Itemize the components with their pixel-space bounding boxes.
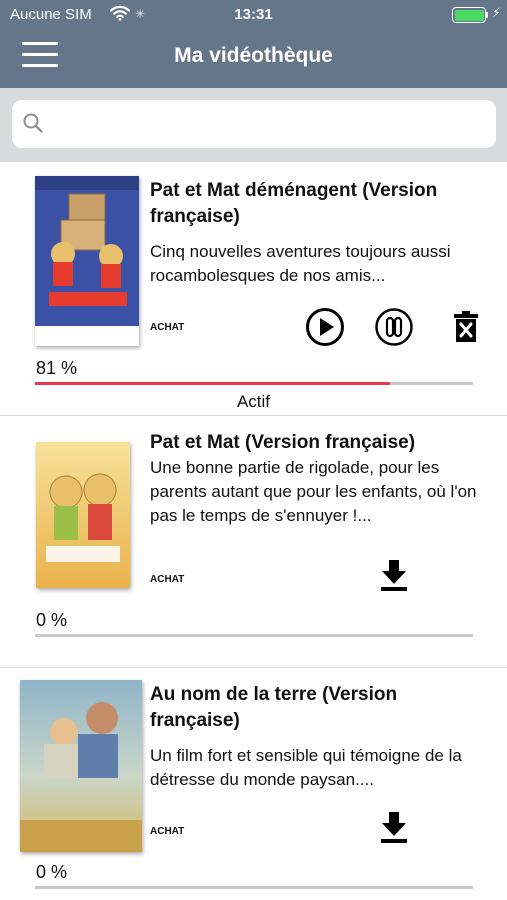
video-title[interactable]: Pat et Mat déménagent (Version française… — [150, 178, 490, 230]
pause-button[interactable] — [374, 307, 414, 352]
video-title[interactable]: Pat et Mat (Version française) — [150, 430, 490, 456]
download-state: Actif — [236, 392, 271, 411]
progress-bar — [35, 886, 473, 889]
progress-label: 81 % — [36, 358, 78, 378]
page-title: Ma vidéothèque — [174, 44, 333, 67]
delete-button[interactable] — [454, 311, 478, 348]
cover-image — [36, 442, 130, 588]
play-button[interactable] — [305, 307, 345, 352]
status-bar: Aucune SIM ✳ 13:31 ⚡ — [0, 0, 507, 30]
video-description: Une bonne partie de rigolade, pour les p… — [150, 458, 477, 525]
list-item[interactable]: Au nom de la terre (Version française) U… — [0, 668, 507, 900]
list-item[interactable]: Pat et Mat déménagent (Version française… — [0, 164, 507, 416]
battery-icon — [452, 7, 486, 23]
progress-label: 0 % — [36, 610, 68, 630]
progress-bar — [35, 382, 473, 385]
video-list: Pat et Mat déménagent (Version française… — [0, 164, 507, 900]
purchase-badge: ACHAT — [150, 322, 185, 333]
download-icon — [381, 812, 407, 843]
navigation-bar: Aucune SIM ✳ 13:31 ⚡ Ma vidéothèque — [0, 0, 507, 88]
video-title[interactable]: Au nom de la terre (Version française) — [150, 682, 490, 734]
progress-label: 0 % — [36, 862, 68, 882]
trash-icon — [454, 311, 478, 342]
pause-icon — [375, 308, 413, 346]
download-button[interactable] — [380, 560, 408, 597]
list-item[interactable]: Pat et Mat (Version française) Une bonne… — [0, 416, 507, 668]
cover-image — [20, 680, 142, 852]
search-input[interactable] — [52, 108, 482, 140]
video-description: Un film fort et sensible qui témoigne de… — [150, 746, 462, 789]
download-button[interactable] — [380, 812, 408, 849]
search-area — [0, 88, 507, 162]
search-box[interactable] — [12, 100, 496, 148]
progress-bar — [35, 634, 473, 637]
charging-icon: ⚡ — [492, 5, 502, 20]
battery-fill — [454, 9, 484, 21]
download-icon — [381, 560, 407, 591]
purchase-badge: ACHAT — [150, 826, 185, 837]
progress-fill — [35, 382, 390, 385]
status-time: 13:31 — [234, 6, 273, 23]
search-icon — [22, 112, 44, 139]
video-description: Cinq nouvelles aventures toujours aussi … — [150, 242, 451, 285]
purchase-badge: ACHAT — [150, 574, 185, 585]
battery-tip — [486, 12, 488, 18]
play-icon — [306, 308, 344, 346]
cover-image — [35, 176, 139, 346]
